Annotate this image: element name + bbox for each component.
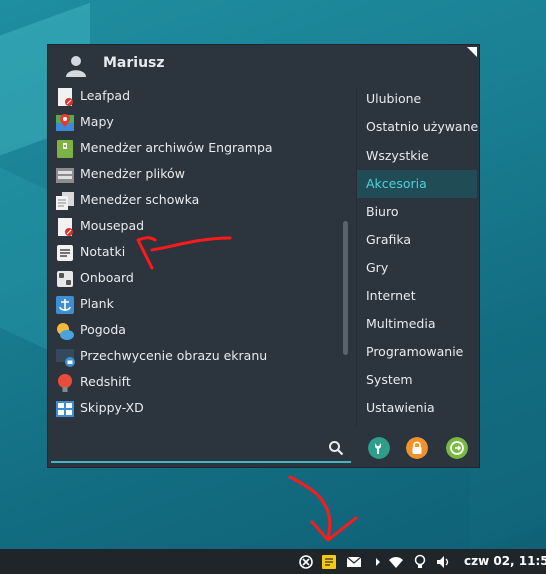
category-label: Gry <box>366 260 389 275</box>
app-label: Menedżer archiwów Engrampa <box>80 140 273 155</box>
search-input[interactable] <box>51 435 351 463</box>
log-out-icon[interactable] <box>446 437 468 459</box>
taskbar: czw 02, 11:53 <box>0 549 546 574</box>
app-label: Notatki <box>80 244 126 259</box>
category-label: Multimedia <box>366 316 436 331</box>
category-ostatnio-uzywane[interactable]: Ostatnio używane <box>357 113 479 141</box>
weather-icon <box>57 323 74 340</box>
category-internet[interactable]: Internet <box>357 282 477 310</box>
app-label: Skippy-XD <box>80 400 144 415</box>
volume-icon[interactable] <box>435 554 451 570</box>
category-label: Ustawienia <box>366 400 435 415</box>
category-label: Biuro <box>366 204 399 219</box>
category-ulubione[interactable]: Ulubione <box>357 85 477 113</box>
app-list-scrollbar[interactable] <box>343 221 348 355</box>
app-label: Redshift <box>80 374 131 389</box>
notes-icon <box>57 245 73 261</box>
app-item-plank[interactable]: Plank <box>48 292 344 318</box>
app-item-file-manager[interactable]: Menedżer plików <box>48 162 344 188</box>
category-label: Wszystkie <box>366 148 429 163</box>
app-item-notatki[interactable]: Notatki <box>48 240 344 266</box>
username: Mariusz <box>103 55 165 71</box>
app-label: Przechwycenie obrazu ekranu <box>80 348 268 363</box>
redshift-bulb-icon[interactable] <box>412 554 428 570</box>
category-label: Akcesoria <box>366 176 427 191</box>
app-item-leafpad[interactable]: Leafpad <box>48 87 344 110</box>
category-ustawienia[interactable]: Ustawienia <box>357 394 477 422</box>
mousepad-icon <box>58 218 73 236</box>
category-label: System <box>366 372 413 387</box>
category-gry[interactable]: Gry <box>357 254 477 282</box>
category-programowanie[interactable]: Programowanie <box>357 338 477 366</box>
category-label: Ulubione <box>366 91 422 106</box>
category-system[interactable]: System <box>357 366 477 394</box>
updates-icon[interactable] <box>298 554 314 570</box>
redshift-icon <box>58 374 72 392</box>
category-grafika[interactable]: Grafika <box>357 226 477 254</box>
leafpad-icon <box>58 88 73 106</box>
screenshot-icon <box>56 349 75 367</box>
app-item-redshift[interactable]: Redshift <box>48 370 344 396</box>
settings-manager-icon[interactable] <box>368 437 390 459</box>
app-item-pogoda[interactable]: Pogoda <box>48 318 344 344</box>
onboard-keyboard-icon <box>57 271 73 287</box>
app-item-screenshot[interactable]: Przechwycenie obrazu ekranu <box>48 344 344 370</box>
app-list: Leafpad Mapy Menedżer archiwów Engrampa <box>48 87 354 426</box>
app-label: Plank <box>80 296 114 311</box>
app-item-mapy[interactable]: Mapy <box>48 110 344 136</box>
category-wszystkie[interactable]: Wszystkie <box>357 142 477 170</box>
app-label: Onboard <box>80 270 134 285</box>
wifi-icon[interactable] <box>388 554 404 570</box>
clipboard-manager-icon <box>56 192 74 210</box>
category-multimedia[interactable]: Multimedia <box>357 310 477 338</box>
app-item-onboard[interactable]: Onboard <box>48 266 344 292</box>
lock-screen-icon[interactable] <box>406 437 428 459</box>
clock[interactable]: czw 02, 11:53 <box>464 554 546 568</box>
category-akcesoria[interactable]: Akcesoria <box>357 170 477 198</box>
whisker-menu: Mariusz Leafpad Mapy Menedżer archiwów E… <box>47 44 480 468</box>
app-label: Mapy <box>80 114 114 129</box>
app-label: Mousepad <box>80 218 145 233</box>
app-item-clipboard-manager[interactable]: Menedżer schowka <box>48 188 344 214</box>
maps-icon <box>56 114 74 131</box>
app-item-mousepad[interactable]: Mousepad <box>48 214 344 240</box>
category-label: Ostatnio używane <box>366 119 479 134</box>
app-label: Menedżer plików <box>80 166 185 181</box>
app-label: Menedżer schowka <box>80 192 200 207</box>
skippy-xd-icon <box>56 401 74 417</box>
expand-arrow-icon[interactable] <box>370 554 386 570</box>
search-icon <box>329 441 344 456</box>
category-biuro[interactable]: Biuro <box>357 198 477 226</box>
wallpaper-shape <box>0 149 50 351</box>
category-label: Programowanie <box>366 344 464 359</box>
menu-header: Mariusz <box>48 45 479 85</box>
user-avatar-icon[interactable] <box>64 53 88 77</box>
plank-icon <box>56 296 74 314</box>
wallpaper-shape <box>470 310 546 550</box>
category-label: Internet <box>366 288 416 303</box>
annotation-arrow-tray <box>288 475 358 542</box>
notes-tray-icon[interactable] <box>321 554 337 570</box>
mail-icon[interactable] <box>346 554 362 570</box>
category-label: Grafika <box>366 232 412 247</box>
app-label: Pogoda <box>80 322 126 337</box>
file-manager-icon <box>56 168 74 183</box>
app-label: Leafpad <box>80 88 131 103</box>
archive-manager-icon <box>57 140 73 158</box>
app-item-engrampa[interactable]: Menedżer archiwów Engrampa <box>48 136 344 162</box>
app-item-skippy-xd[interactable]: Skippy-XD <box>48 396 344 422</box>
